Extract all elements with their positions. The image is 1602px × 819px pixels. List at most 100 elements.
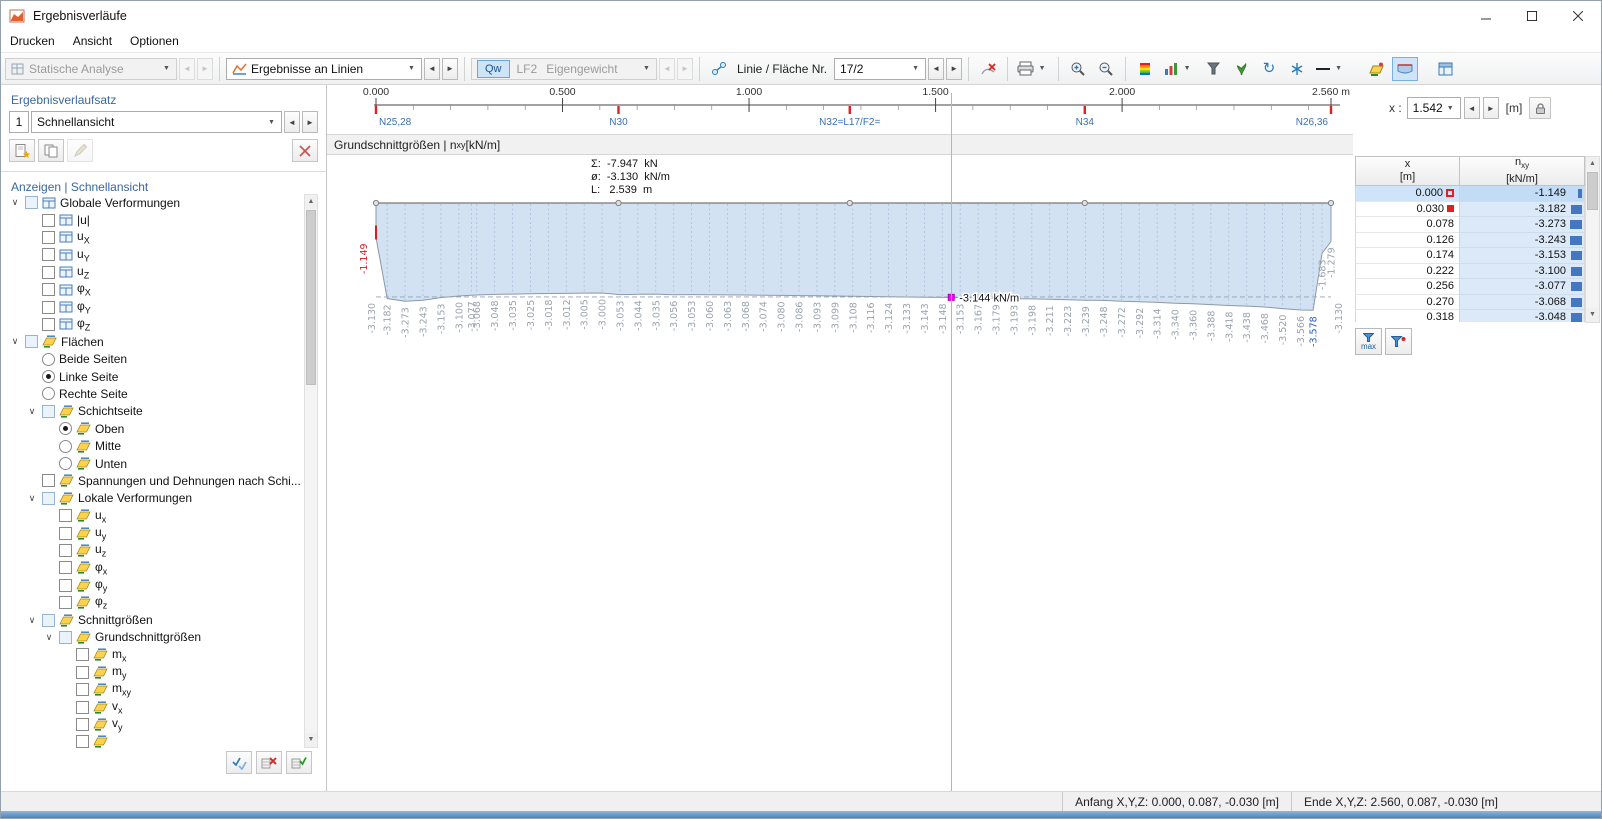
- tree-item-spannungen-und-dehnungen-nach-schi[interactable]: Spannungen und Dehnungen nach Schi...: [5, 472, 303, 489]
- checkbox[interactable]: [59, 630, 72, 644]
- diagram-style-button[interactable]: ▼: [1160, 57, 1198, 81]
- lock-cursor-button[interactable]: [1529, 97, 1552, 119]
- table-row[interactable]: 0.000 -1.149: [1355, 186, 1585, 202]
- cell-x[interactable]: 0.318: [1355, 310, 1459, 322]
- qw-toggle[interactable]: Qw: [477, 59, 510, 78]
- tree-item-u[interactable]: uY: [5, 246, 303, 263]
- scroll-up-icon[interactable]: ▲: [1586, 157, 1599, 171]
- print-button[interactable]: ▼: [1014, 57, 1052, 81]
- cell-nxy[interactable]: -3.077: [1459, 279, 1585, 295]
- check-all-button[interactable]: [286, 751, 312, 774]
- tree-item-linke-seite[interactable]: Linke Seite: [5, 368, 303, 385]
- cell-x[interactable]: 0.000: [1355, 186, 1459, 202]
- cell-x[interactable]: 0.256: [1355, 279, 1459, 295]
- menu-ansicht[interactable]: Ansicht: [64, 31, 121, 52]
- checkbox[interactable]: [76, 648, 89, 662]
- x-step-back-button[interactable]: ◄: [1463, 97, 1480, 119]
- line-style-button[interactable]: ▼: [1312, 57, 1350, 81]
- smoothing-button[interactable]: [1228, 57, 1254, 81]
- cell-x[interactable]: 0.222: [1355, 263, 1459, 279]
- tree-item-m[interactable]: my: [5, 664, 303, 681]
- scroll-down-icon[interactable]: ▼: [1586, 308, 1599, 322]
- tree-item-item-22[interactable]: φy: [5, 577, 303, 594]
- select-line-button[interactable]: [706, 57, 732, 81]
- filter-results-button[interactable]: [1200, 57, 1226, 81]
- tree-item-item-31[interactable]: [5, 733, 303, 748]
- tree-item-item-5[interactable]: φX: [5, 281, 303, 298]
- tree-item-v[interactable]: vx: [5, 698, 303, 715]
- color-scale-button[interactable]: [1132, 57, 1158, 81]
- cell-x[interactable]: 0.174: [1355, 248, 1459, 264]
- checkbox[interactable]: [59, 596, 72, 610]
- zoom-out-button[interactable]: [1093, 57, 1119, 81]
- tree-item-item-7[interactable]: φZ: [5, 316, 303, 333]
- prev-result-button[interactable]: ◄: [424, 57, 440, 80]
- cell-x[interactable]: 0.126: [1355, 232, 1459, 248]
- radio-button[interactable]: [42, 370, 55, 384]
- table-scrollbar[interactable]: ▲ ▼: [1585, 156, 1600, 323]
- next-line-button[interactable]: ►: [946, 57, 963, 80]
- cell-nxy[interactable]: -3.153: [1459, 248, 1585, 264]
- cell-x[interactable]: 0.270: [1355, 294, 1459, 310]
- next-result-button[interactable]: ►: [442, 57, 458, 80]
- checkbox[interactable]: [59, 578, 72, 592]
- radio-button[interactable]: [42, 352, 55, 366]
- zoom-in-button[interactable]: [1065, 57, 1091, 81]
- checkbox[interactable]: [42, 265, 55, 279]
- close-button[interactable]: [1555, 1, 1601, 31]
- table-row[interactable]: 0.270 -3.068: [1355, 294, 1585, 310]
- next-set-button[interactable]: ►: [302, 111, 318, 133]
- tree-item-u[interactable]: uy: [5, 524, 303, 541]
- expander-icon[interactable]: ∨: [26, 406, 38, 417]
- checkbox[interactable]: [42, 300, 55, 314]
- line-number-combo[interactable]: 17/2 ▼: [834, 57, 927, 80]
- tree-item-beide-seiten[interactable]: Beide Seiten: [5, 351, 303, 368]
- checkbox[interactable]: [76, 717, 89, 731]
- prev-line-button[interactable]: ◄: [928, 57, 945, 80]
- checkbox[interactable]: [76, 700, 89, 714]
- checkbox[interactable]: [42, 474, 55, 488]
- tree-item-item-23[interactable]: φz: [5, 594, 303, 611]
- table-row[interactable]: 0.126 -3.243: [1355, 232, 1585, 248]
- expander-icon[interactable]: ∨: [26, 615, 38, 626]
- table-row[interactable]: 0.030 -3.182: [1355, 201, 1585, 217]
- tree-item-unten[interactable]: Unten: [5, 455, 303, 472]
- checkbox[interactable]: [42, 213, 55, 227]
- minimize-button[interactable]: [1463, 1, 1509, 31]
- result-values-button[interactable]: [1364, 57, 1390, 81]
- checkbox[interactable]: [76, 735, 89, 748]
- tree-item-item-6[interactable]: φY: [5, 298, 303, 315]
- checkbox[interactable]: [59, 509, 72, 523]
- cell-nxy[interactable]: -1.149: [1459, 186, 1585, 202]
- radio-button[interactable]: [59, 422, 72, 436]
- uncheck-all-button[interactable]: [256, 751, 282, 774]
- checkbox[interactable]: [42, 230, 55, 244]
- checkbox[interactable]: [59, 544, 72, 557]
- table-row[interactable]: 0.318 -3.048: [1355, 310, 1585, 322]
- tree-item-item-21[interactable]: φx: [5, 559, 303, 576]
- refresh-button[interactable]: ↻: [1256, 57, 1282, 81]
- expander-icon[interactable]: ∨: [9, 336, 21, 347]
- menu-optionen[interactable]: Optionen: [121, 31, 188, 52]
- tree-item-u[interactable]: uZ: [5, 264, 303, 281]
- radio-button[interactable]: [42, 387, 55, 401]
- checkbox[interactable]: [42, 283, 55, 297]
- result-diagram-button[interactable]: [1392, 56, 1419, 81]
- tree-item-grundschnittgr-en[interactable]: ∨ Grundschnittgrößen: [5, 629, 303, 646]
- tree-item-u[interactable]: uz: [5, 542, 303, 559]
- set-name-combo[interactable]: Schnellansicht ▼: [31, 111, 282, 133]
- cell-nxy[interactable]: -3.273: [1459, 217, 1585, 233]
- menu-drucken[interactable]: Drucken: [1, 31, 64, 52]
- radio-button[interactable]: [59, 457, 72, 471]
- tree-item-u[interactable]: ux: [5, 507, 303, 524]
- tree-item-rechte-seite[interactable]: Rechte Seite: [5, 385, 303, 402]
- tree-item-schichtseite[interactable]: ∨ Schichtseite: [5, 403, 303, 420]
- table-row[interactable]: 0.078 -3.273: [1355, 217, 1585, 233]
- remove-diagram-button[interactable]: [975, 57, 1001, 81]
- cell-nxy[interactable]: -3.048: [1459, 310, 1585, 322]
- prev-loadcase-button[interactable]: ◄: [659, 57, 675, 80]
- checkbox[interactable]: [76, 665, 89, 679]
- cell-nxy[interactable]: -3.068: [1459, 294, 1585, 310]
- maximize-button[interactable]: [1509, 1, 1555, 31]
- result-diagram-canvas[interactable]: -1.149 -3.182 -3.273 -3.243 -3.153 -3.100 -3.0…: [333, 155, 1353, 791]
